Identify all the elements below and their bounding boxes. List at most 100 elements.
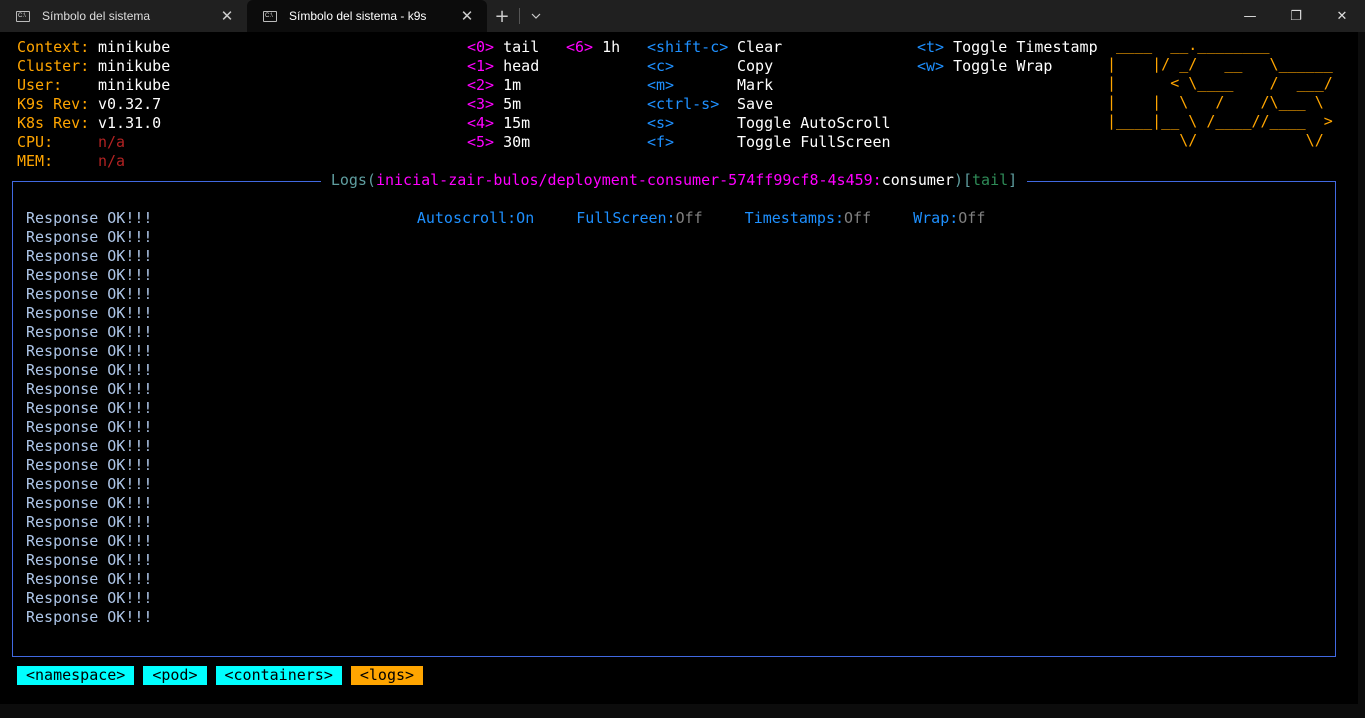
shortcut-tail[interactable]: <0> tail <box>467 38 539 57</box>
info-row-cluster: Cluster: minikube <box>17 57 170 76</box>
status-label: Timestamps: <box>744 209 845 227</box>
logs-mode: tail <box>972 171 1009 189</box>
status-label: Autoscroll: <box>416 209 517 227</box>
shortcut-toggle-autoscroll[interactable]: <s> Toggle AutoScroll <box>647 114 891 133</box>
shortcut-copy[interactable]: <c> Copy <box>647 57 773 76</box>
window-controls: — ❐ ✕ <box>1227 0 1365 32</box>
shortcut-toggle-timestamp[interactable]: <t> Toggle Timestamp <box>917 38 1098 57</box>
shortcut-label: 15m <box>503 114 531 132</box>
close-tab-icon[interactable]: ✕ <box>217 7 237 25</box>
logo-line: | |/ _/ __ \______ <box>1107 55 1333 73</box>
new-tab-button[interactable]: + <box>487 0 517 32</box>
shortcut-key: <1> <box>467 57 495 75</box>
status-timestamps: Timestamps:Off <box>745 209 871 227</box>
log-line: Response OK!!! <box>26 532 153 550</box>
info-row-mem: MEM: n/a <box>17 152 125 171</box>
shortcut-30m[interactable]: <5> 30m <box>467 133 530 152</box>
shortcut-1m[interactable]: <2> 1m <box>467 76 521 95</box>
chevron-down-icon <box>531 13 541 19</box>
close-tab-icon[interactable]: ✕ <box>457 7 477 25</box>
shortcut-clear[interactable]: <shift-c> Clear <box>647 38 782 57</box>
shortcut-head[interactable]: <1> head <box>467 57 539 76</box>
log-line: Response OK!!! <box>26 513 153 531</box>
status-value: Off <box>844 209 872 227</box>
shortcut-label: Toggle Wrap <box>953 57 1053 75</box>
shortcut-15m[interactable]: <4> 15m <box>467 114 530 133</box>
info-label: User: <box>17 76 63 94</box>
log-line: Response OK!!! <box>26 361 153 379</box>
info-label: Context: <box>17 38 90 56</box>
log-line: Response OK!!! <box>26 551 153 569</box>
logs-panel[interactable]: Logs(inicial-zair-bulos/deployment-consu… <box>12 171 1336 657</box>
breadcrumb-pod[interactable]: <pod> <box>143 666 207 685</box>
shortcut-toggle-wrap[interactable]: <w> Toggle Wrap <box>917 57 1052 76</box>
breadcrumb-namespace[interactable]: <namespace> <box>17 666 135 685</box>
tab-dropdown-button[interactable] <box>522 0 550 32</box>
info-value: n/a <box>98 152 126 170</box>
logs-title: Logs(inicial-zair-bulos/deployment-consu… <box>13 171 1335 190</box>
shortcut-1h[interactable]: <6> 1h <box>566 38 620 57</box>
shortcut-key: <2> <box>467 76 495 94</box>
shortcut-key: <t> <box>917 38 945 56</box>
logs-title-close: ) <box>953 171 963 189</box>
log-line: Response OK!!! <box>26 399 153 417</box>
breadcrumb-containers[interactable]: <containers> <box>215 666 342 685</box>
log-line: Response OK!!! <box>26 475 153 493</box>
logs-target: inicial-zair-bulos/deployment-consumer-5… <box>375 171 882 189</box>
logs-container: consumer <box>881 171 954 189</box>
info-row-k8s-rev: K8s Rev: v1.31.0 <box>17 114 161 133</box>
log-lines[interactable]: Response OK!!! Response OK!!! Response OK!… <box>26 209 152 627</box>
log-line: Response OK!!! <box>26 456 153 474</box>
info-row-user: User: minikube <box>17 76 170 95</box>
shortcut-key: <f> <box>647 133 675 151</box>
window-titlebar: C:\ Símbolo del sistema ✕ C:\ Símbolo de… <box>0 0 1365 32</box>
status-value: Off <box>675 209 703 227</box>
breadcrumb: <namespace> <pod> <containers> <logs> <box>17 666 424 685</box>
tab-separator <box>519 8 520 24</box>
shortcut-key: <shift-c> <box>647 38 729 56</box>
breadcrumb-logs[interactable]: <logs> <box>350 666 424 685</box>
terminal-area[interactable]: Context: minikube Cluster: minikube User: m… <box>8 32 1358 704</box>
info-value: minikube <box>98 38 171 56</box>
log-line: Response OK!!! <box>26 247 153 265</box>
shortcut-label: 1m <box>503 76 522 94</box>
shortcut-label: 30m <box>503 133 531 151</box>
logs-mode-close: ] <box>1008 171 1018 189</box>
info-value: v0.32.7 <box>98 95 162 113</box>
shortcut-label: 5m <box>503 95 522 113</box>
status-wrap: Wrap:Off <box>913 209 985 227</box>
maximize-button[interactable]: ❐ <box>1273 0 1319 32</box>
info-label: Cluster: <box>17 57 90 75</box>
shortcut-label: head <box>503 57 540 75</box>
k9s-logo: ____ __.________ | |/ _/ __ \______ | < \… <box>1107 36 1333 150</box>
log-line: Response OK!!! <box>26 570 153 588</box>
shortcut-5m[interactable]: <3> 5m <box>467 95 521 114</box>
info-label: K8s Rev: <box>17 114 90 132</box>
tab-command-prompt[interactable]: C:\ Símbolo del sistema ✕ <box>0 0 247 32</box>
shortcut-label: Save <box>737 95 774 113</box>
log-line: Response OK!!! <box>26 209 153 227</box>
minimize-button[interactable]: — <box>1227 0 1273 32</box>
log-line: Response OK!!! <box>26 304 153 322</box>
shortcut-label: tail <box>503 38 540 56</box>
shortcut-save[interactable]: <ctrl-s> Save <box>647 95 773 114</box>
terminal-icon: C:\ <box>263 10 277 22</box>
shortcut-label: Copy <box>737 57 774 75</box>
window-bottom-edge <box>0 704 1365 718</box>
shortcut-label: Toggle AutoScroll <box>737 114 891 132</box>
shortcut-toggle-fullscreen[interactable]: <f> Toggle FullScreen <box>647 133 891 152</box>
status-label: Wrap: <box>913 209 959 227</box>
shortcut-key: <s> <box>647 114 675 132</box>
shortcut-key: <c> <box>647 57 675 75</box>
close-window-button[interactable]: ✕ <box>1319 0 1365 32</box>
info-row-cpu: CPU: n/a <box>17 133 125 152</box>
logo-line: \/ \/ <box>1107 131 1333 149</box>
tab-k9s[interactable]: C:\ Símbolo del sistema - k9s ✕ <box>247 0 487 32</box>
logs-title-prefix: Logs( <box>330 171 376 189</box>
status-label: FullScreen: <box>576 209 676 227</box>
shortcut-key: <6> <box>566 38 594 56</box>
shortcut-label: Toggle Timestamp <box>953 38 1098 56</box>
shortcut-mark[interactable]: <m> Mark <box>647 76 773 95</box>
window-edge <box>1358 32 1365 704</box>
shortcut-label: Mark <box>737 76 774 94</box>
